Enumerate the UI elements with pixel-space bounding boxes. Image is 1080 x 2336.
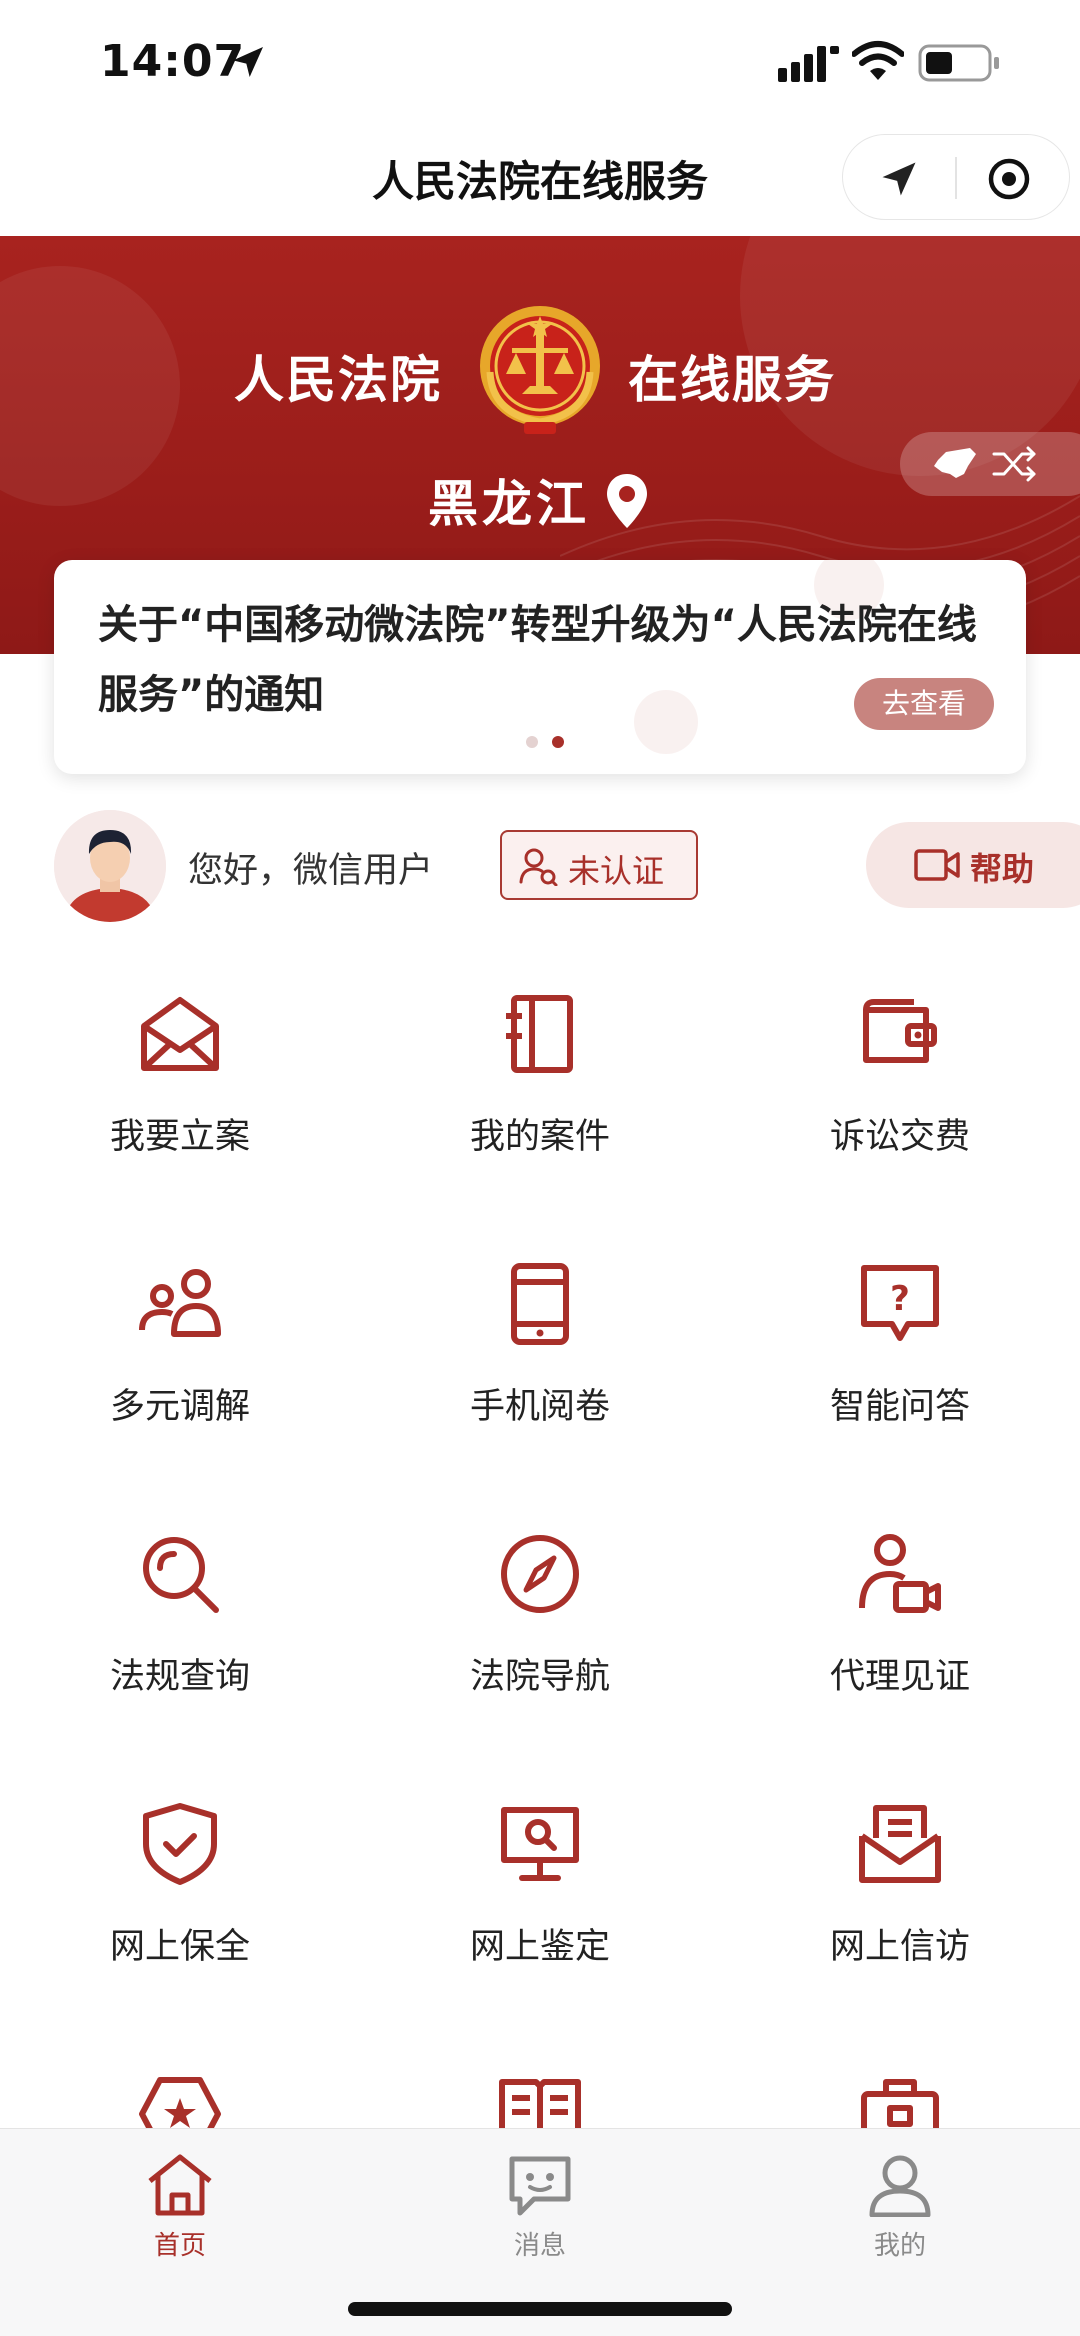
service-item[interactable]	[720, 2040, 1080, 2130]
status-time: 14:07	[100, 36, 246, 87]
service-agent-witness[interactable]: 代理见证	[720, 1500, 1080, 1770]
shield-check-icon	[143, 1803, 217, 1885]
profile-icon	[869, 2155, 931, 2217]
carousel-dot	[526, 736, 538, 748]
service-label: 我要立案	[109, 1117, 250, 1157]
service-online-appraisal[interactable]: 网上鉴定	[360, 1770, 720, 2040]
signal-icon	[778, 46, 839, 82]
service-label: 网上鉴定	[469, 1927, 610, 1967]
china-map-icon	[934, 448, 976, 478]
service-label: 法规查询	[109, 1657, 250, 1697]
service-label: 网上保全	[109, 1927, 250, 1967]
service-court-navigation[interactable]: 法院导航	[360, 1500, 720, 1770]
home-indicator	[348, 2302, 732, 2316]
region-switch-button[interactable]	[900, 432, 1080, 496]
video-camera-icon	[914, 849, 960, 881]
person-video-icon	[859, 1534, 941, 1613]
compass-icon	[501, 1535, 579, 1613]
service-item[interactable]	[360, 2040, 720, 2130]
carousel-dot-active	[552, 736, 564, 748]
verification-status-label: 未认证	[568, 852, 665, 890]
user-avatar-icon	[54, 810, 166, 922]
tab-label: 消息	[513, 2231, 566, 2261]
case-notebook-icon	[506, 995, 573, 1073]
service-litigation-fee[interactable]: 诉讼交费	[720, 960, 1080, 1230]
home-icon	[148, 2154, 212, 2216]
banner-glow	[0, 266, 180, 506]
service-label: 代理见证	[829, 1657, 970, 1697]
wallet-icon	[863, 999, 937, 1063]
service-item[interactable]	[0, 2040, 360, 2130]
user-verify-icon	[519, 848, 558, 886]
banner-title-right: 在线服务	[628, 351, 836, 409]
monitor-search-icon	[501, 1807, 579, 1881]
briefcase-icon	[861, 2079, 939, 2130]
service-online-preservation[interactable]: 网上保全	[0, 1770, 360, 2040]
location-arrow-icon	[233, 47, 263, 77]
mobile-phone-icon	[511, 1263, 569, 1345]
close-target-icon[interactable]	[985, 155, 1033, 203]
wifi-icon	[852, 41, 904, 80]
service-label: 诉讼交费	[829, 1117, 970, 1157]
service-file-case[interactable]: 我要立案	[0, 960, 360, 1230]
service-label: 我的案件	[469, 1117, 610, 1157]
service-law-search[interactable]: 法规查询	[0, 1500, 360, 1770]
shuffle-icon	[992, 446, 1036, 482]
verification-status-button[interactable]: 未认证	[500, 830, 698, 900]
map-pin-icon[interactable]	[604, 472, 650, 530]
svg-text:?: ?	[890, 1279, 910, 1319]
battery-icon	[918, 44, 999, 82]
nav-bar: 人民法院在线服务	[0, 120, 1080, 236]
service-label: 法院导航	[469, 1657, 610, 1697]
avatar[interactable]	[54, 810, 166, 922]
star-badge-icon	[139, 2077, 221, 2130]
notice-text[interactable]: 关于“中国移动微法院”转型升级为“人民法院在线服务”的通知	[98, 590, 978, 730]
service-label: 多元调解	[109, 1387, 250, 1427]
letter-icon	[859, 1805, 941, 1883]
carousel-dots	[516, 736, 576, 748]
notice-card[interactable]: 关于“中国移动微法院”转型升级为“人民法院在线服务”的通知 去查看	[54, 560, 1026, 774]
court-emblem-icon	[480, 306, 600, 434]
tab-label: 首页	[153, 2231, 206, 2261]
location-arrow-icon[interactable]	[877, 157, 921, 201]
capsule-divider	[955, 157, 957, 199]
envelope-open-icon	[141, 997, 219, 1071]
greeting-text: 您好，微信用户	[188, 851, 434, 891]
help-button[interactable]: 帮助	[866, 822, 1080, 908]
tab-profile[interactable]: 我的	[720, 2141, 1080, 2261]
status-bar: 14:07	[0, 0, 1080, 120]
message-icon	[509, 2156, 571, 2216]
mini-program-capsule	[842, 134, 1070, 220]
banner-title-left: 人民法院	[234, 351, 442, 409]
book-icon	[499, 2079, 581, 2130]
service-mediation[interactable]: 多元调解	[0, 1230, 360, 1500]
tab-home[interactable]: 首页	[0, 2141, 360, 2261]
help-label: 帮助	[970, 850, 1035, 888]
service-label: 智能问答	[829, 1387, 970, 1427]
tab-label: 我的	[873, 2231, 926, 2261]
service-smart-qa[interactable]: ? 智能问答	[720, 1230, 1080, 1500]
magnifier-icon	[143, 1537, 219, 1613]
service-mobile-dossier[interactable]: 手机阅卷	[360, 1230, 720, 1500]
province-name[interactable]: 黑龙江	[428, 464, 590, 536]
service-my-cases[interactable]: 我的案件	[360, 960, 720, 1230]
question-bubble-icon: ?	[861, 1265, 939, 1341]
service-online-petition[interactable]: 网上信访	[720, 1770, 1080, 2040]
service-label: 网上信访	[829, 1927, 970, 1967]
service-grid: 我要立案 我的案件 诉讼交费 多元调解 手机阅卷 ? 智能问答 法规查询 法院导…	[0, 960, 1080, 2130]
tab-messages[interactable]: 消息	[360, 2141, 720, 2261]
service-label: 手机阅卷	[469, 1387, 610, 1427]
people-icon	[139, 1269, 221, 1337]
view-notice-button[interactable]: 去查看	[854, 678, 994, 730]
